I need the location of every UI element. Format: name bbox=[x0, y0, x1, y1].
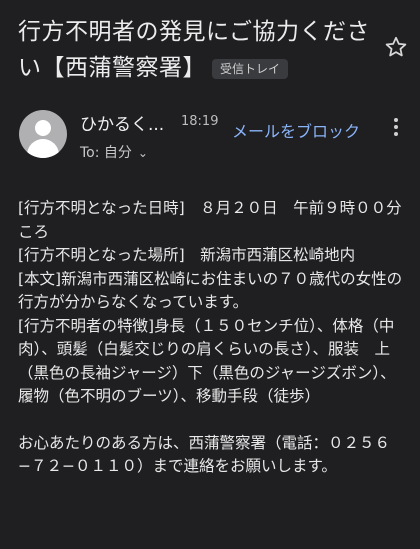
sent-time: 18:19 bbox=[181, 114, 219, 129]
avatar-head-shape bbox=[35, 120, 51, 136]
body-line-contact: お心あたりのある方は、西蒲警察署（電話：０２５６−７２−０１１０）まで連絡をお願… bbox=[18, 433, 391, 476]
star-icon[interactable] bbox=[383, 34, 409, 60]
avatar-body-shape bbox=[27, 139, 59, 158]
body-line-main: [本文]新潟市西蒲区松崎にお住まいの７０歳代の女性の行方が分からなくなっています… bbox=[18, 269, 403, 312]
email-body: [行方不明となった日時] ８月２０日 午前９時００分ころ [行方不明となった場所… bbox=[18, 197, 410, 479]
recipient-toggle[interactable]: To: 自分 ⌄ bbox=[80, 142, 148, 162]
subject-text: 行方不明者の発見にご協力ください【西蒲警察署】 bbox=[18, 19, 371, 81]
block-email-link[interactable]: メールをブロック bbox=[232, 118, 360, 142]
body-line-features: [行方不明者の特徴]身長（１５０センチ位）、体格（中肉）、頭髪（白髪交じりの肩く… bbox=[18, 316, 396, 406]
recipient-label: To: 自分 bbox=[80, 145, 132, 161]
chevron-down-icon: ⌄ bbox=[137, 146, 148, 160]
body-line-place: [行方不明となった場所] 新潟市西蒲区松崎地内 bbox=[18, 246, 356, 264]
email-subject: 行方不明者の発見にご協力ください【西蒲警察署】 受信トレイ bbox=[18, 14, 373, 86]
inbox-label-chip[interactable]: 受信トレイ bbox=[212, 58, 289, 79]
sender-name[interactable]: ひかるく... bbox=[80, 110, 164, 135]
body-line-datetime: [行方不明となった日時] ８月２０日 午前９時００分ころ bbox=[18, 199, 402, 241]
sender-avatar-icon[interactable] bbox=[19, 110, 67, 158]
more-vert-icon[interactable] bbox=[392, 118, 400, 138]
